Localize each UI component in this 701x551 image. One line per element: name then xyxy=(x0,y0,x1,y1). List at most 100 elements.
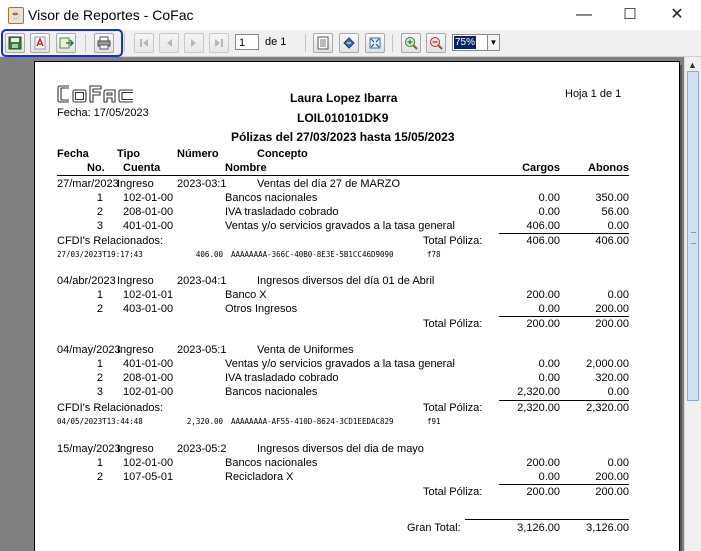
scrollbar-thumb[interactable] xyxy=(687,71,699,401)
row-cargos: 0.00 xyxy=(538,358,560,370)
page-number-input[interactable]: 1 xyxy=(235,34,259,50)
toolbar-separator xyxy=(305,34,306,52)
poliza-numero: 2023-05:1 xyxy=(177,344,227,356)
fit-page-icon[interactable] xyxy=(365,33,385,53)
title-bar: ☕ Visor de Reportes - CoFac — ☐ ✕ xyxy=(0,0,701,30)
row-no: 1 xyxy=(96,289,103,301)
cfdi-label: CFDI's Relacionados: xyxy=(57,402,164,414)
cofac-logo xyxy=(57,84,137,107)
row-abonos: 200.00 xyxy=(595,303,629,315)
maximize-button[interactable]: ☐ xyxy=(607,0,653,30)
row-cargos: 200.00 xyxy=(526,457,560,469)
previous-page-icon[interactable] xyxy=(159,33,179,53)
row-cuenta: 401-01-00 xyxy=(123,220,174,232)
row-cuenta: 102-01-01 xyxy=(123,289,174,301)
scrollbar-grip-icon xyxy=(691,232,696,244)
minimize-button[interactable]: — xyxy=(561,0,607,30)
row-cuenta: 102-01-00 xyxy=(123,386,174,398)
total-cargos: 2,320.00 xyxy=(517,402,560,414)
next-page-icon[interactable] xyxy=(184,33,204,53)
total-abonos: 2,320.00 xyxy=(586,402,629,414)
row-cuenta: 107-05-01 xyxy=(123,471,174,483)
export-buttons-highlight xyxy=(1,29,123,57)
header-numero: Número xyxy=(177,148,219,160)
cfdi-uuid: AAAAAAAA-366C-40B0-8E3E-5B1CC46D9090 xyxy=(231,250,394,259)
row-no: 1 xyxy=(96,192,103,204)
row-cargos: 406.00 xyxy=(526,220,560,232)
first-page-icon[interactable] xyxy=(134,33,154,53)
row-cargos: 0.00 xyxy=(538,206,560,218)
poliza-tipo: Ingreso xyxy=(117,443,154,455)
fit-width-icon[interactable] xyxy=(339,33,359,53)
poliza-numero: 2023-03:1 xyxy=(177,178,227,190)
poliza-fecha: 15/may/2023 xyxy=(57,443,121,455)
zoom-value: 75% xyxy=(454,36,477,49)
total-label: Total Póliza: xyxy=(423,486,483,498)
row-abonos: 350.00 xyxy=(595,192,629,204)
report-page: Fecha: 17/05/2023 Laura Lopez Ibarra LOI… xyxy=(34,61,680,551)
total-cargos: 200.00 xyxy=(526,486,560,498)
actual-size-icon[interactable] xyxy=(313,33,333,53)
scroll-up-icon[interactable]: ▲ xyxy=(688,60,697,70)
vertical-scrollbar[interactable]: ▲ xyxy=(684,57,701,551)
cfdi-uuid: AAAAAAAA-AF55-410D-8624-3CD1EEDAC829 xyxy=(231,417,394,426)
row-cuenta: 102-01-00 xyxy=(123,192,174,204)
total-cargos: 406.00 xyxy=(526,235,560,247)
cfdi-folio: f78 xyxy=(427,250,441,259)
header-cuenta: Cuenta xyxy=(123,162,161,174)
last-page-icon[interactable] xyxy=(209,33,229,53)
row-no: 2 xyxy=(96,206,103,218)
report-title: Pólizas del 27/03/2023 hasta 15/05/2023 xyxy=(231,130,455,144)
row-abonos: 0.00 xyxy=(607,457,629,469)
row-cargos: 200.00 xyxy=(526,289,560,301)
total-abonos: 200.00 xyxy=(595,318,629,330)
row-nombre: IVA trasladado cobrado xyxy=(225,372,339,384)
cfdi-amount: 2,320.00 xyxy=(186,417,223,426)
cfdi-amount: 406.00 xyxy=(195,250,223,259)
poliza-numero: 2023-05:2 xyxy=(177,443,227,455)
total-label: Total Póliza: xyxy=(423,235,483,247)
row-no: 2 xyxy=(96,303,103,315)
row-nombre: Bancos nacionales xyxy=(225,192,318,204)
row-no: 2 xyxy=(96,372,103,384)
zoom-out-icon[interactable] xyxy=(426,33,446,53)
row-cargos: 2,320.00 xyxy=(517,386,560,398)
row-abonos: 0.00 xyxy=(607,220,629,232)
gran-total-label: Gran Total: xyxy=(407,522,461,534)
poliza-concepto: Venta de Uniformes xyxy=(257,344,354,356)
zoom-select[interactable]: 75% xyxy=(452,34,488,51)
close-button[interactable]: ✕ xyxy=(654,0,700,30)
row-no: 1 xyxy=(96,457,103,469)
window-title: Visor de Reportes - CoFac xyxy=(28,7,194,23)
report-viewport[interactable]: Fecha: 17/05/2023 Laura Lopez Ibarra LOI… xyxy=(0,57,684,551)
row-abonos: 200.00 xyxy=(595,471,629,483)
total-divider xyxy=(499,233,629,234)
gran-total-divider xyxy=(465,519,629,520)
row-abonos: 56.00 xyxy=(601,206,629,218)
cfdi-folio: f91 xyxy=(427,417,441,426)
page-count-label: de 1 xyxy=(265,36,287,48)
row-nombre: Bancos nacionales xyxy=(225,457,318,469)
header-tipo: Tipo xyxy=(117,148,141,160)
total-divider xyxy=(499,400,629,401)
chevron-down-icon[interactable]: ▼ xyxy=(487,34,500,51)
cfdi-label: CFDI's Relacionados: xyxy=(57,235,164,247)
report-date: Fecha: 17/05/2023 xyxy=(57,107,149,119)
row-abonos: 0.00 xyxy=(607,386,629,398)
cfdi-date: 27/03/2023T19:17:43 xyxy=(57,250,143,259)
row-cargos: 0.00 xyxy=(538,303,560,315)
row-cuenta: 102-01-00 xyxy=(123,457,174,469)
poliza-tipo: Ingreso xyxy=(117,275,154,287)
poliza-concepto: Ventas del día 27 de MARZO xyxy=(257,178,401,190)
header-fecha: Fecha xyxy=(57,148,89,160)
poliza-numero: 2023-04:1 xyxy=(177,275,227,287)
total-divider xyxy=(499,484,629,485)
total-divider xyxy=(499,316,629,317)
header-cargos: Cargos xyxy=(522,162,560,174)
row-nombre: IVA trasladado cobrado xyxy=(225,206,339,218)
row-nombre: Bancos nacionales xyxy=(225,386,318,398)
row-cargos: 0.00 xyxy=(538,192,560,204)
row-abonos: 320.00 xyxy=(595,372,629,384)
row-cuenta: 208-01-00 xyxy=(123,206,174,218)
zoom-in-icon[interactable] xyxy=(401,33,421,53)
